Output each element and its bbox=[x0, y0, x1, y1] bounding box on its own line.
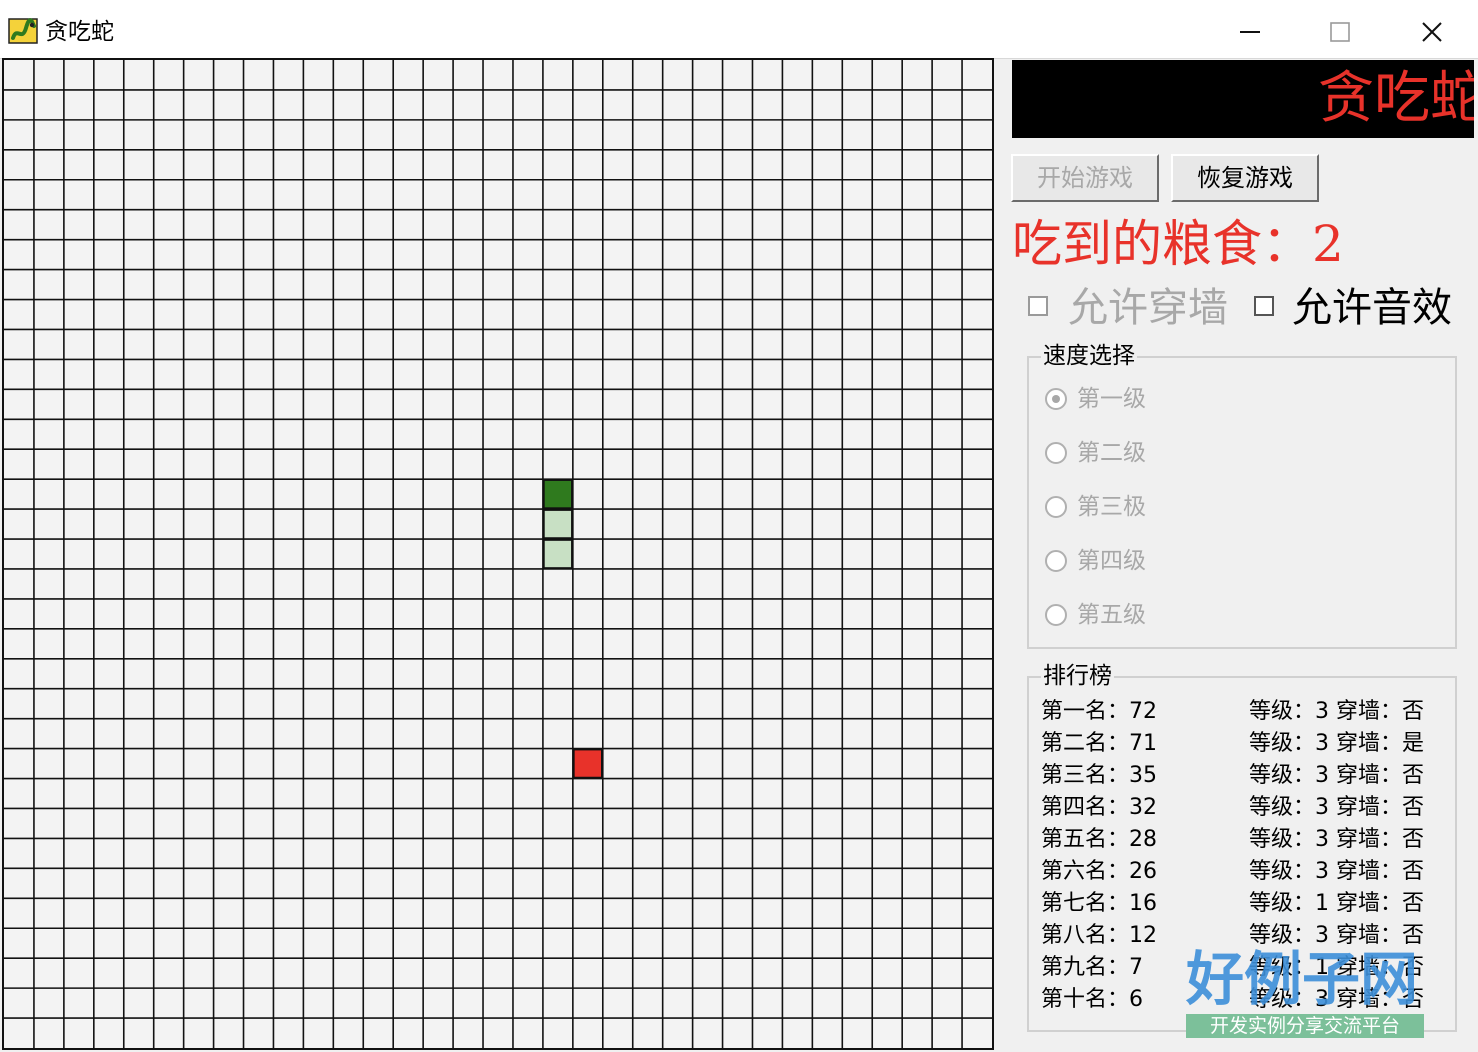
rank-name: 第三名：35 bbox=[1041, 763, 1157, 788]
speed-radio-1[interactable] bbox=[1045, 388, 1067, 410]
speed-option-1: 第一级 bbox=[1077, 386, 1146, 412]
speed-select-group: 速度选择 第一级 第二级 第三极 第四级 第五级 bbox=[1027, 342, 1457, 649]
title-bar: 贪吃蛇 bbox=[0, 0, 1478, 59]
allow-sound-label: 允许音效 bbox=[1292, 285, 1452, 331]
ranking-row: 第六名：26 等级：3 穿墙：否 bbox=[1029, 856, 1459, 888]
title-banner: 贪吃蛇 bbox=[1012, 60, 1474, 138]
ranking-row: 第四名：32 等级：3 穿墙：否 bbox=[1029, 792, 1459, 824]
maximize-icon bbox=[1330, 22, 1350, 42]
score-display: 吃到的粮食：2 bbox=[1012, 212, 1344, 276]
speed-option-2: 第二级 bbox=[1077, 440, 1146, 466]
start-game-button[interactable]: 开始游戏 bbox=[1011, 154, 1159, 202]
snake-body bbox=[543, 539, 573, 569]
game-board[interactable] bbox=[2, 58, 994, 1050]
game-grid bbox=[4, 60, 992, 1048]
resume-game-button[interactable]: 恢复游戏 bbox=[1171, 154, 1319, 202]
ranking-row: 第五名：28 等级：3 穿墙：否 bbox=[1029, 824, 1459, 856]
banner-text: 贪吃蛇 bbox=[1318, 66, 1474, 131]
watermark-subtitle: 开发实例分享交流平台 bbox=[1186, 1014, 1424, 1038]
rank-name: 第二名：71 bbox=[1041, 731, 1157, 756]
rank-info: 等级：3 穿墙：否 bbox=[1249, 827, 1424, 852]
rank-info: 等级：3 穿墙：是 bbox=[1249, 731, 1424, 756]
close-icon bbox=[1422, 22, 1442, 42]
board-background bbox=[4, 60, 992, 1048]
score-value: 2 bbox=[1312, 215, 1344, 273]
radio-selected-dot bbox=[1052, 395, 1060, 403]
rank-name: 第五名：28 bbox=[1041, 827, 1157, 852]
snake-head bbox=[543, 479, 573, 509]
speed-radio-2[interactable] bbox=[1045, 442, 1067, 464]
minimize-icon bbox=[1240, 31, 1260, 33]
maximize-button[interactable] bbox=[1310, 10, 1370, 54]
rank-name: 第四名：32 bbox=[1041, 795, 1157, 820]
allow-wall-label: 允许穿墙 bbox=[1068, 285, 1228, 331]
rank-name: 第六名：26 bbox=[1041, 859, 1157, 884]
rank-name: 第九名：7 bbox=[1041, 955, 1143, 980]
speed-radio-5[interactable] bbox=[1045, 604, 1067, 626]
ranking-row: 第二名：71 等级：3 穿墙：是 bbox=[1029, 728, 1459, 760]
ranking-row: 第一名：72 等级：3 穿墙：否 bbox=[1029, 696, 1459, 728]
speed-group-title: 速度选择 bbox=[1041, 342, 1137, 370]
ranking-row: 第七名：16 等级：1 穿墙：否 bbox=[1029, 888, 1459, 920]
speed-option-5: 第五级 bbox=[1077, 602, 1146, 628]
rank-info: 等级：3 穿墙：否 bbox=[1249, 763, 1424, 788]
minimize-button[interactable] bbox=[1220, 10, 1280, 54]
rank-info: 等级：3 穿墙：否 bbox=[1249, 859, 1424, 884]
rank-info: 等级：1 穿墙：否 bbox=[1249, 891, 1424, 916]
speed-radio-3[interactable] bbox=[1045, 496, 1067, 518]
close-button[interactable] bbox=[1402, 10, 1462, 54]
rank-name: 第十名：6 bbox=[1041, 987, 1143, 1012]
allow-wall-checkbox[interactable] bbox=[1028, 296, 1048, 316]
snake-body bbox=[543, 509, 573, 539]
ranking-title: 排行榜 bbox=[1041, 662, 1114, 690]
speed-option-3: 第三极 bbox=[1077, 494, 1146, 520]
rank-name: 第七名：16 bbox=[1041, 891, 1157, 916]
ranking-row: 第三名：35 等级：3 穿墙：否 bbox=[1029, 760, 1459, 792]
speed-radio-4[interactable] bbox=[1045, 550, 1067, 572]
food-cell bbox=[573, 748, 603, 779]
rank-name: 第八名：12 bbox=[1041, 923, 1157, 948]
window-title: 贪吃蛇 bbox=[45, 19, 114, 45]
snake-app-icon bbox=[8, 18, 38, 44]
watermark-badge: 好例子网 开发实例分享交流平台 bbox=[1186, 942, 1426, 1040]
speed-option-4: 第四级 bbox=[1077, 548, 1146, 574]
watermark-title: 好例子网 bbox=[1186, 945, 1419, 1013]
allow-sound-checkbox[interactable] bbox=[1254, 296, 1274, 316]
rank-name: 第一名：72 bbox=[1041, 699, 1157, 724]
score-label: 吃到的粮食： bbox=[1012, 215, 1312, 273]
rank-info: 等级：3 穿墙：否 bbox=[1249, 795, 1424, 820]
rank-info: 等级：3 穿墙：否 bbox=[1249, 699, 1424, 724]
